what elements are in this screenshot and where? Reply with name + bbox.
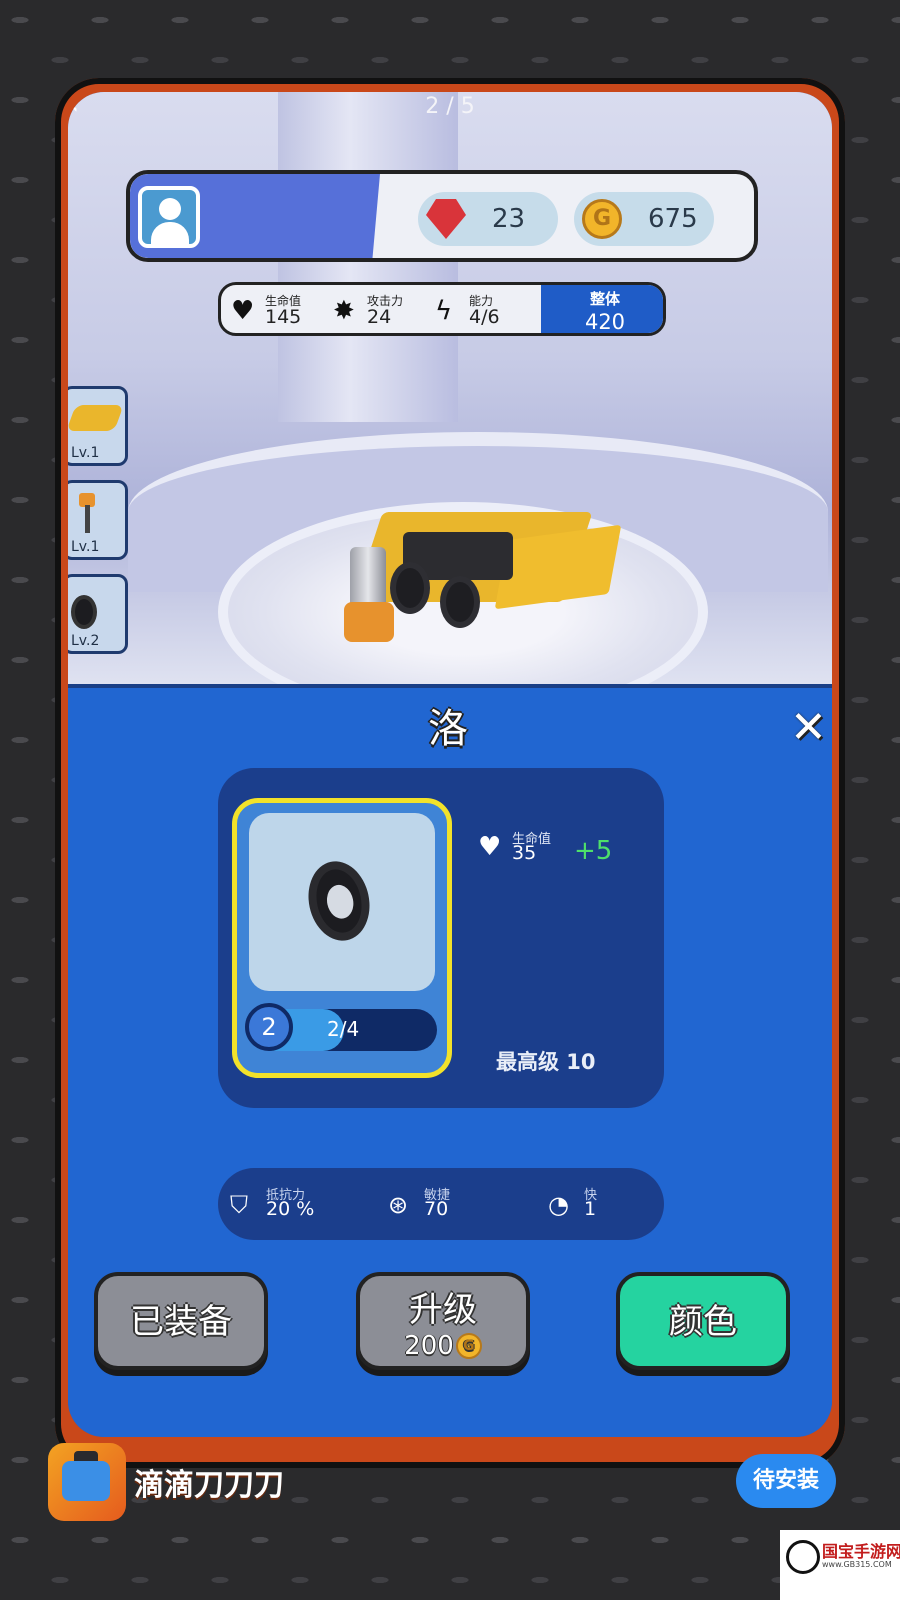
stat-attack-value: 24	[367, 306, 392, 328]
level-progress-text: 2/4	[327, 1017, 360, 1041]
gem-counter[interactable]: 23	[418, 192, 558, 246]
part-slot-level: Lv.2	[71, 633, 100, 649]
part-detail-panel: 洛 ✕ 2 2/4 ♥ 生命值 35 +5 最高级 10 ⛉ 抵抗力 20 % …	[68, 684, 832, 1437]
shield-icon: ⛉	[230, 1191, 248, 1219]
user-icon	[159, 198, 181, 220]
watermark-url: www.GB315.COM	[822, 1560, 892, 1569]
heart-icon: ♥	[478, 832, 502, 862]
attr-value: 1	[584, 1198, 597, 1220]
attr-value: 70	[424, 1198, 449, 1220]
heart-icon: ♥	[231, 296, 255, 326]
kart-wheel-rear	[440, 576, 480, 628]
part-preview	[249, 813, 435, 991]
wheel-icon	[71, 595, 97, 629]
part-card: 2 2/4 ♥ 生命值 35 +5 最高级 10	[218, 768, 664, 1108]
attack-icon: ✸	[333, 296, 355, 326]
gem-count: 23	[492, 204, 526, 234]
part-slot-level: Lv.1	[71, 539, 100, 555]
kart-wheel-front	[390, 562, 430, 614]
hammer-handle	[85, 505, 90, 533]
back-arrow-icon[interactable]: ‹	[68, 92, 96, 120]
ad-app-icon[interactable]	[48, 1443, 126, 1521]
stat-health: ♥ 生命值 145	[231, 292, 331, 332]
avatar[interactable]	[138, 186, 200, 248]
stat-attack: ✸ 攻击力 24	[333, 292, 433, 332]
stat-health-value: 145	[265, 306, 302, 328]
color-button-label: 颜色	[669, 1302, 737, 1342]
max-level: 最高级 10	[496, 1050, 596, 1074]
part-slot-body[interactable]: Lv.1	[68, 386, 128, 466]
game-screen: ‹ 2 / 5 23 G 675 ♥ 生命值 145	[68, 92, 832, 1437]
gem-icon	[426, 199, 466, 239]
profile-bar: 23 G 675	[126, 170, 758, 262]
stat-overall-label: 整体	[589, 290, 620, 308]
stat-overall-value: 420	[584, 310, 626, 334]
part-preview-frame[interactable]: 2 2/4	[232, 798, 452, 1078]
stat-power: ϟ 能力 4/6	[435, 292, 535, 332]
upgrade-price-value: 200	[404, 1331, 454, 1361]
user-icon-body	[151, 222, 189, 244]
watermark-text: 国宝手游网	[822, 1542, 900, 1561]
wheel-hub	[323, 882, 357, 922]
upgrade-button[interactable]: 升级 200 G	[356, 1272, 530, 1370]
speedometer-icon: ◔	[548, 1191, 569, 1219]
stat-power-value: 4/6	[469, 306, 500, 328]
part-slot-wheel[interactable]: Lv.2	[68, 574, 128, 654]
lightning-icon: ϟ	[435, 296, 453, 326]
panda-logo-icon	[786, 1540, 820, 1574]
coin-count: 675	[648, 204, 698, 234]
site-watermark: 国宝手游网 www.GB315.COM	[780, 1530, 900, 1600]
upgrade-button-label: 升级	[409, 1290, 477, 1330]
equipped-button-label: 已装备	[130, 1302, 232, 1342]
kart-body-icon	[68, 405, 124, 431]
upgrade-price: 200 G	[360, 1331, 526, 1361]
garage-scene[interactable]: ‹ 2 / 5 23 G 675 ♥ 生命值 145	[68, 92, 832, 684]
coin-icon: G	[455, 1333, 482, 1359]
color-button[interactable]: 颜色	[616, 1272, 790, 1370]
install-button[interactable]: 待安装	[736, 1454, 836, 1508]
kart-hammer	[350, 547, 386, 609]
steering-wheel-icon: ⊛	[388, 1191, 409, 1219]
page-indicator: 2 / 5	[425, 94, 475, 119]
part-health-value: 35	[512, 842, 537, 864]
ad-title[interactable]: 滴滴刀刀刀	[134, 1460, 284, 1504]
equipped-button[interactable]: 已装备	[94, 1272, 268, 1370]
coin-icon: G	[582, 199, 622, 239]
close-icon[interactable]: ✕	[790, 706, 830, 750]
part-slot-level: Lv.1	[71, 445, 100, 461]
level-badge: 2	[245, 1003, 293, 1051]
part-name: 洛	[428, 706, 468, 752]
attr-value: 20 %	[266, 1198, 315, 1220]
ad-banner[interactable]: 滴滴刀刀刀 待安装	[0, 1440, 900, 1521]
attribute-bar: ⛉ 抵抗力 20 % ⊛ 敏捷 70 ◔ 快 1	[218, 1168, 664, 1240]
coin-counter[interactable]: G 675	[574, 192, 714, 246]
stats-bar: ♥ 生命值 145 ✸ 攻击力 24 ϟ 能力 4/6 整体 420	[218, 282, 666, 336]
wheel-icon	[301, 855, 377, 947]
part-slot-hammer[interactable]: Lv.1	[68, 480, 128, 560]
kart-hammer-base	[344, 602, 394, 642]
ad-robot-body	[62, 1461, 110, 1501]
stat-overall: 整体 420	[541, 285, 663, 334]
part-health-bonus: +5	[574, 836, 613, 866]
